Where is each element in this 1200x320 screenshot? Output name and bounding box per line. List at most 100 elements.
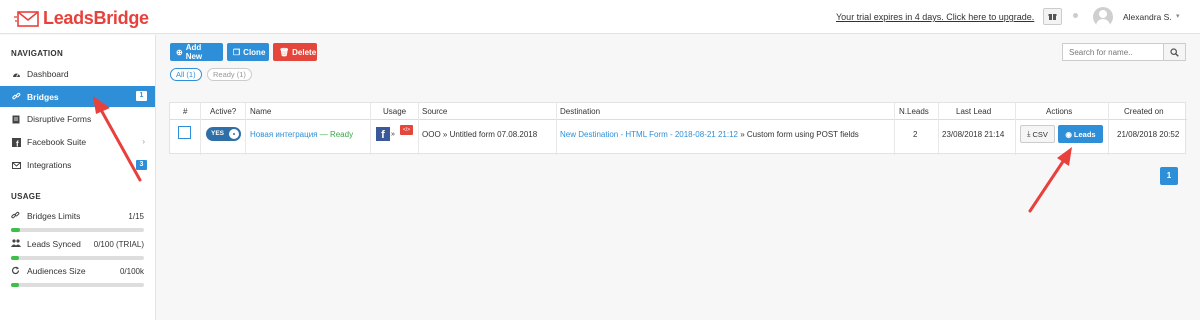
copy-icon: ❐: [233, 47, 241, 57]
logo-text: LeadsBridge: [43, 8, 149, 28]
usage-progress-fill: [11, 256, 19, 260]
bridge-status: — Ready: [319, 130, 354, 139]
link-icon: [11, 211, 21, 222]
column-divider: [200, 103, 201, 155]
bridge-name-cell[interactable]: Новая интеграция — Ready: [250, 130, 353, 139]
col-header-num: #: [183, 103, 188, 120]
sidebar-item-disruptive-forms[interactable]: Disruptive Forms: [0, 109, 155, 129]
toggle-label: YES: [211, 130, 225, 137]
column-divider: [418, 103, 419, 155]
search-input[interactable]: [1063, 44, 1163, 60]
html-form-icon: </>: [400, 125, 413, 135]
gift-button[interactable]: [1043, 8, 1062, 25]
count-badge: 1: [136, 91, 147, 101]
refresh-icon: [11, 266, 21, 277]
col-header-created[interactable]: Created on: [1124, 103, 1164, 120]
add-new-button[interactable]: ⊕ Add New: [170, 43, 223, 61]
col-header-destination[interactable]: Destination: [560, 103, 601, 120]
logo[interactable]: LeadsBridge: [14, 8, 149, 29]
bridges-table: # Active? Name Usage Source Destination …: [169, 102, 1187, 155]
clone-label: Clone: [243, 47, 266, 57]
csv-button[interactable]: ⤓ CSV: [1020, 125, 1055, 143]
column-divider: [370, 103, 371, 155]
sidebar-item-label: Disruptive Forms: [27, 114, 92, 124]
active-toggle[interactable]: YES: [206, 127, 241, 141]
col-header-nleads[interactable]: N.Leads: [899, 103, 929, 120]
table-header-row: [170, 103, 1187, 120]
leads-label: Leads: [1073, 129, 1096, 139]
usage-value: 0/100 (TRIAL): [93, 239, 144, 249]
column-divider: [894, 103, 895, 155]
destination-detail: » Custom form using POST fields: [740, 130, 859, 139]
delete-label: Delete: [292, 47, 317, 57]
facebook-icon: f: [11, 137, 21, 147]
nleads-cell: 2: [913, 130, 918, 139]
sidebar-item-dashboard[interactable]: Dashboard: [0, 64, 155, 84]
created-cell: 21/08/2018 20:52: [1117, 130, 1180, 139]
delete-button[interactable]: 🗑 Delete: [273, 43, 317, 61]
usage-separator: »: [391, 131, 395, 138]
sidebar-item-facebook-suite[interactable]: f Facebook Suite ›: [0, 132, 155, 152]
trash-icon: 🗑: [279, 47, 290, 57]
sidebar-item-label: Dashboard: [27, 69, 69, 79]
usage-progress-bar: [11, 283, 144, 287]
sidebar-item-bridges[interactable]: Bridges 1: [0, 86, 155, 107]
csv-label: CSV: [1032, 129, 1048, 139]
count-badge: 3: [136, 160, 147, 170]
eye-icon: ◉: [1065, 129, 1072, 139]
col-header-usage: Usage: [383, 103, 407, 120]
sidebar-item-integrations[interactable]: Integrations 3: [0, 155, 155, 175]
column-divider: [938, 103, 939, 155]
file-icon: [11, 114, 21, 124]
notification-dot[interactable]: [1073, 13, 1078, 18]
col-header-actions: Actions: [1046, 103, 1073, 120]
sidebar-item-label: Facebook Suite: [27, 137, 87, 147]
col-header-active[interactable]: Active?: [210, 103, 237, 120]
download-icon: ⤓: [1027, 129, 1031, 138]
column-divider: [1015, 103, 1016, 155]
nav-heading: NAVIGATION: [11, 49, 64, 58]
svg-text:f: f: [16, 139, 19, 147]
add-new-label: Add New: [185, 43, 203, 61]
destination-link[interactable]: New Destination - HTML Form - 2018-08-21…: [560, 130, 738, 139]
col-header-name[interactable]: Name: [250, 103, 272, 120]
sidebar-item-label: Bridges: [27, 91, 59, 102]
toggle-knob: [229, 129, 239, 139]
plus-circle-icon: ⊕: [176, 47, 183, 57]
facebook-icon: f: [376, 127, 390, 141]
leads-button[interactable]: ◉ Leads: [1058, 125, 1103, 143]
pagination-page-1[interactable]: 1: [1160, 167, 1178, 185]
column-divider: [1108, 103, 1109, 155]
usage-label: Audiences Size: [27, 266, 86, 276]
users-icon: [11, 239, 21, 249]
source-cell: OOO » Untitled form 07.08.2018: [422, 130, 538, 139]
destination-cell: New Destination - HTML Form - 2018-08-21…: [560, 130, 859, 139]
chevron-right-icon: ›: [142, 137, 145, 146]
usage-leads-synced: Leads Synced 0/100 (TRIAL): [11, 238, 144, 260]
envelope-logo-icon: [14, 10, 39, 27]
usage-bridges-limits: Bridges Limits 1/15: [11, 210, 144, 232]
column-divider: [556, 103, 557, 155]
trial-upgrade-link[interactable]: Your trial expires in 4 days. Click here…: [836, 12, 1034, 22]
search-box: [1062, 43, 1186, 61]
usage-audiences-size: Audiences Size 0/100k: [11, 265, 144, 287]
top-header: LeadsBridge Your trial expires in 4 days…: [0, 0, 1200, 34]
clone-button[interactable]: ❐ Clone: [227, 43, 269, 61]
avatar[interactable]: [1093, 7, 1113, 27]
col-header-source[interactable]: Source: [422, 103, 448, 120]
chevron-down-icon[interactable]: ▾: [1176, 12, 1180, 20]
user-name[interactable]: Alexandra S.: [1123, 12, 1172, 22]
sidebar: NAVIGATION Dashboard Bridges 1 Disruptiv…: [0, 35, 156, 320]
bridge-name-link[interactable]: Новая интеграция: [250, 130, 318, 139]
usage-value: 0/100k: [119, 266, 144, 276]
usage-value: 1/15: [128, 211, 144, 221]
gift-icon: [1048, 14, 1057, 20]
usage-label: Leads Synced: [27, 239, 81, 249]
usage-progress-bar: [11, 228, 144, 232]
filter-ready-tab[interactable]: Ready (1): [207, 68, 252, 81]
search-icon: [1170, 47, 1179, 57]
search-button[interactable]: [1163, 44, 1185, 60]
row-checkbox[interactable]: [178, 126, 191, 139]
filter-all-tab[interactable]: All (1): [170, 68, 202, 81]
col-header-last-lead[interactable]: Last Lead: [956, 103, 992, 120]
